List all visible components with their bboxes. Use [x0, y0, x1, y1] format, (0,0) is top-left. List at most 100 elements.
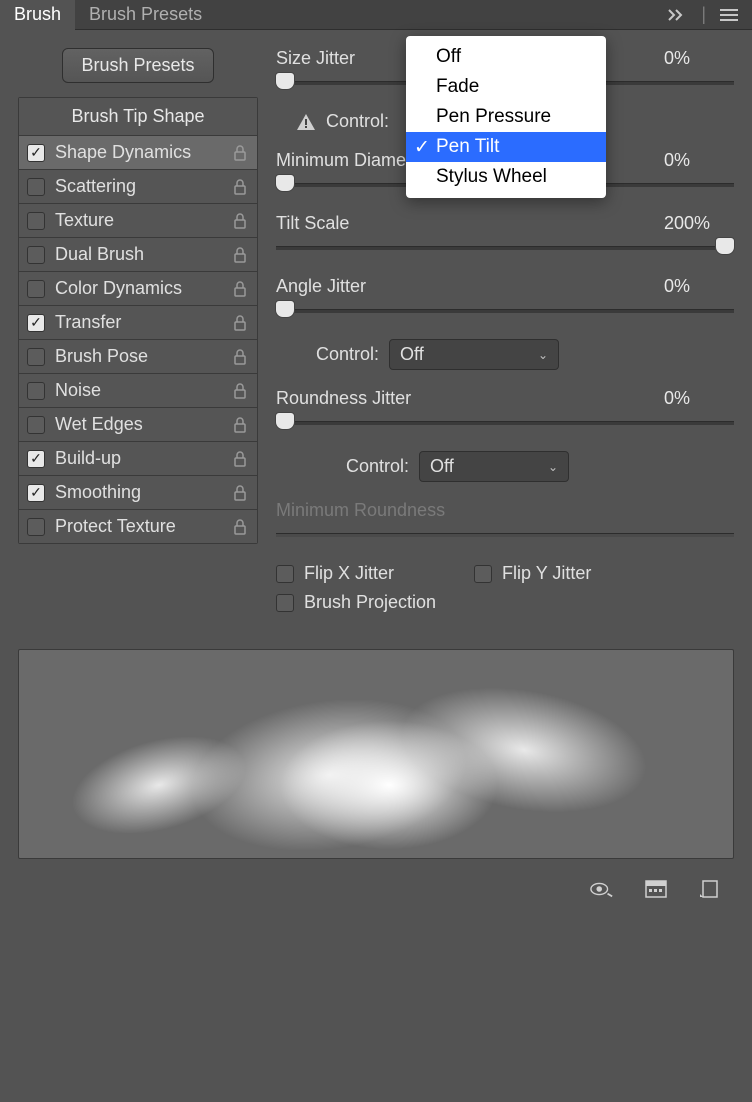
lock-icon[interactable] [231, 212, 249, 230]
size-jitter-value[interactable]: 0% [664, 48, 734, 69]
lock-icon[interactable] [231, 280, 249, 298]
tilt-scale-value[interactable]: 200% [664, 213, 734, 234]
attr-label: Color Dynamics [55, 278, 231, 299]
size-jitter-label: Size Jitter [276, 48, 355, 69]
menu-item-label: Pen Tilt [436, 136, 499, 157]
min-diameter-label: Minimum Diameter [276, 150, 427, 171]
checkbox-icon[interactable] [27, 382, 45, 400]
lock-icon[interactable] [231, 450, 249, 468]
brush-tip-shape-header[interactable]: Brush Tip Shape [19, 98, 257, 136]
checkbox-icon[interactable]: ✓ [27, 144, 45, 162]
lock-icon[interactable] [231, 178, 249, 196]
attr-shape-dynamics[interactable]: ✓ Shape Dynamics [19, 136, 257, 170]
angle-jitter-value[interactable]: 0% [664, 276, 734, 297]
attr-protect-texture[interactable]: Protect Texture [19, 510, 257, 543]
attr-label: Protect Texture [55, 516, 231, 537]
lock-icon[interactable] [231, 348, 249, 366]
lock-icon[interactable] [231, 484, 249, 502]
flip-x-jitter-checkbox[interactable]: Flip X Jitter [276, 563, 394, 584]
menu-item-pen-tilt[interactable]: ✓ Pen Tilt [406, 132, 606, 162]
panel-menu-icon[interactable] [720, 8, 738, 22]
check-icon: ✓ [414, 136, 430, 159]
checkbox-icon[interactable]: ✓ [27, 314, 45, 332]
size-control-dropdown-menu[interactable]: Off Fade Pen Pressure ✓ Pen Tilt Stylus W… [406, 36, 606, 198]
lock-icon[interactable] [231, 246, 249, 264]
checkbox-icon[interactable] [27, 348, 45, 366]
attr-label: Noise [55, 380, 231, 401]
attr-build-up[interactable]: ✓ Build-up [19, 442, 257, 476]
flip-y-jitter-checkbox[interactable]: Flip Y Jitter [474, 563, 591, 584]
min-diameter-value[interactable]: 0% [664, 150, 734, 171]
panel-divider: | [701, 4, 706, 25]
attr-smoothing[interactable]: ✓ Smoothing [19, 476, 257, 510]
roundness-control-dropdown[interactable]: Off ⌄ [419, 451, 569, 482]
attr-transfer[interactable]: ✓ Transfer [19, 306, 257, 340]
checkbox-icon[interactable] [27, 416, 45, 434]
roundness-control-label: Control: [346, 456, 409, 477]
lock-icon[interactable] [231, 416, 249, 434]
attr-label: Smoothing [55, 482, 231, 503]
brush-preview [18, 649, 734, 859]
roundness-jitter-slider[interactable] [276, 413, 734, 433]
flip-x-label: Flip X Jitter [304, 563, 394, 584]
chevron-down-icon: ⌄ [538, 348, 548, 362]
panel-footer [0, 877, 752, 915]
roundness-jitter-value[interactable]: 0% [664, 388, 734, 409]
brush-presets-button[interactable]: Brush Presets [62, 48, 213, 83]
checkbox-icon[interactable] [27, 518, 45, 536]
toggle-preview-icon[interactable] [590, 877, 614, 901]
lock-icon[interactable] [231, 314, 249, 332]
menu-item-fade[interactable]: Fade [406, 72, 606, 102]
create-new-icon[interactable] [698, 877, 722, 901]
checkbox-icon[interactable] [27, 280, 45, 298]
attr-label: Transfer [55, 312, 231, 333]
angle-control-dropdown[interactable]: Off ⌄ [389, 339, 559, 370]
attr-wet-edges[interactable]: Wet Edges [19, 408, 257, 442]
menu-item-off[interactable]: Off [406, 42, 606, 72]
dropdown-value: Off [400, 344, 424, 365]
angle-control-label: Control: [316, 344, 379, 365]
attr-label: Build-up [55, 448, 231, 469]
tab-brush-presets[interactable]: Brush Presets [75, 0, 216, 30]
attr-dual-brush[interactable]: Dual Brush [19, 238, 257, 272]
attr-scattering[interactable]: Scattering [19, 170, 257, 204]
brush-projection-checkbox[interactable]: Brush Projection [276, 592, 734, 613]
attr-label: Scattering [55, 176, 231, 197]
checkbox-icon[interactable]: ✓ [27, 450, 45, 468]
attr-label: Shape Dynamics [55, 142, 231, 163]
attr-texture[interactable]: Texture [19, 204, 257, 238]
attr-noise[interactable]: Noise [19, 374, 257, 408]
checkbox-icon[interactable] [276, 594, 294, 612]
new-preset-icon[interactable] [644, 877, 668, 901]
tab-brush[interactable]: Brush [0, 0, 75, 30]
attr-label: Brush Pose [55, 346, 231, 367]
checkbox-icon[interactable] [474, 565, 492, 583]
dropdown-value: Off [430, 456, 454, 477]
collapse-icon[interactable] [667, 8, 687, 22]
attr-brush-pose[interactable]: Brush Pose [19, 340, 257, 374]
checkbox-icon[interactable] [27, 246, 45, 264]
chevron-down-icon: ⌄ [548, 460, 558, 474]
lock-icon[interactable] [231, 518, 249, 536]
checkbox-icon[interactable] [27, 212, 45, 230]
flip-y-label: Flip Y Jitter [502, 563, 591, 584]
warning-icon [296, 113, 316, 131]
attr-label: Texture [55, 210, 231, 231]
attr-label: Dual Brush [55, 244, 231, 265]
lock-icon[interactable] [231, 144, 249, 162]
lock-icon[interactable] [231, 382, 249, 400]
checkbox-icon[interactable]: ✓ [27, 484, 45, 502]
attr-color-dynamics[interactable]: Color Dynamics [19, 272, 257, 306]
checkbox-icon[interactable] [276, 565, 294, 583]
angle-jitter-slider[interactable] [276, 301, 734, 321]
menu-item-pen-pressure[interactable]: Pen Pressure [406, 102, 606, 132]
attr-label: Wet Edges [55, 414, 231, 435]
menu-item-stylus-wheel[interactable]: Stylus Wheel [406, 162, 606, 192]
checkbox-icon[interactable] [27, 178, 45, 196]
panel-tabs: Brush Brush Presets | [0, 0, 752, 30]
tilt-scale-slider[interactable] [276, 238, 734, 258]
roundness-jitter-label: Roundness Jitter [276, 388, 411, 409]
brush-projection-label: Brush Projection [304, 592, 436, 613]
min-roundness-slider [276, 525, 734, 545]
size-control-label: Control: [326, 111, 389, 132]
